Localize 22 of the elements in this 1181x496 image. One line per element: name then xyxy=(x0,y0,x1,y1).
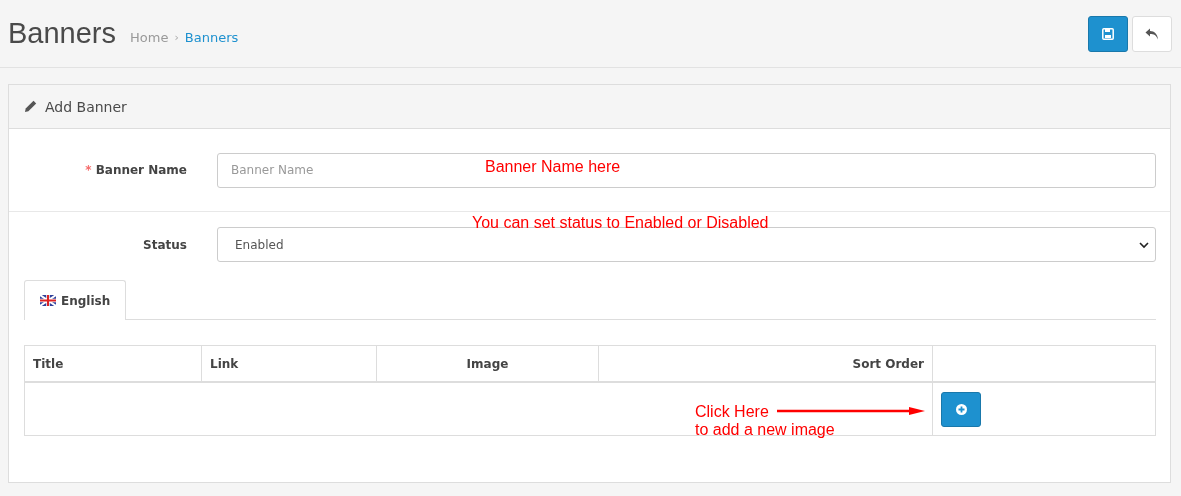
column-header: Image xyxy=(466,356,509,371)
column-header: Link xyxy=(210,356,239,371)
breadcrumb-separator: › xyxy=(174,31,179,44)
annotation-text: Click Here to add a new image xyxy=(695,403,835,439)
pencil-icon xyxy=(24,100,37,113)
column-header: Sort Order xyxy=(852,356,924,371)
plus-circle-icon xyxy=(955,403,967,415)
field-label: * Banner Name xyxy=(85,163,187,177)
save-icon xyxy=(1102,27,1114,40)
panel-title: Add Banner xyxy=(45,98,127,115)
reply-arrow-icon xyxy=(1145,27,1159,40)
back-button[interactable] xyxy=(1132,15,1172,52)
status-select[interactable]: Enabled xyxy=(217,227,1156,262)
save-button[interactable] xyxy=(1088,15,1128,52)
language-tab[interactable]: English xyxy=(24,280,127,320)
flag-icon xyxy=(40,295,56,306)
add-image-button[interactable] xyxy=(941,391,981,427)
annotation-text: Banner Name here xyxy=(485,158,621,176)
field-label: Status xyxy=(143,237,187,252)
column-header: Title xyxy=(33,356,64,371)
chevron-down-icon xyxy=(1139,240,1149,249)
page-title: Banners xyxy=(8,17,116,50)
